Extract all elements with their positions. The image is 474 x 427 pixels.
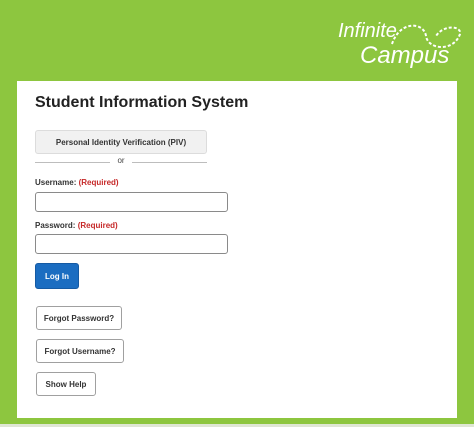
password-input[interactable] [35, 234, 228, 254]
username-required-text: (Required) [78, 178, 119, 187]
page-background: Infinite Campus Student Information Syst… [0, 0, 474, 427]
username-input[interactable] [35, 192, 228, 212]
show-help-button[interactable]: Show Help [36, 372, 96, 396]
separator-line-right [132, 162, 207, 163]
separator-text: or [117, 156, 125, 165]
infinite-campus-logo: Infinite Campus [338, 16, 464, 76]
page-title: Student Information System [35, 94, 249, 111]
forgot-password-button[interactable]: Forgot Password? [36, 306, 122, 330]
piv-login-button[interactable]: Personal Identity Verification (PIV) [35, 130, 207, 154]
log-in-button[interactable]: Log In [35, 263, 79, 289]
password-label: Password: (Required) [35, 221, 118, 230]
password-label-text: Password: [35, 221, 76, 230]
or-separator: or [35, 156, 207, 168]
username-label: Username: (Required) [35, 178, 119, 187]
forgot-username-button[interactable]: Forgot Username? [36, 339, 124, 363]
logo-text-campus: Campus [360, 42, 450, 69]
login-card: Student Information System Personal Iden… [17, 81, 457, 418]
username-label-text: Username: [35, 178, 77, 187]
password-required-text: (Required) [77, 221, 118, 230]
